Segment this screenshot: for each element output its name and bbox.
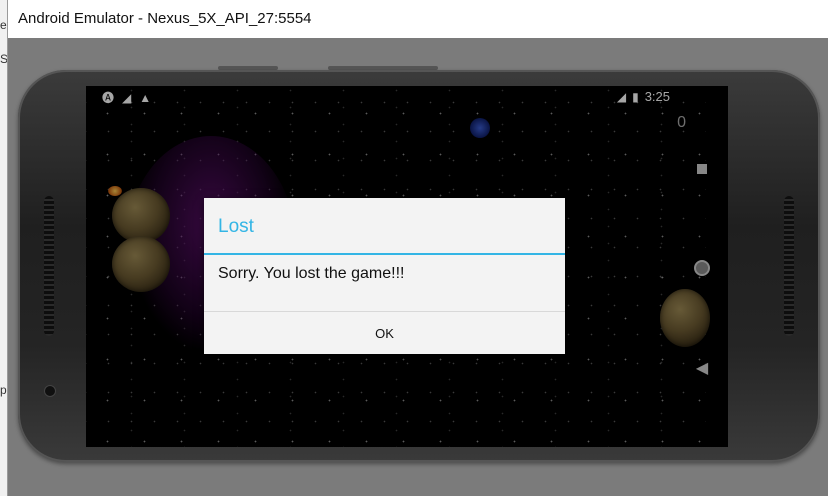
front-camera — [44, 385, 56, 397]
ok-button[interactable]: OK — [204, 312, 565, 354]
window-titlebar[interactable]: Android Emulator - Nexus_5X_API_27:5554 — [8, 0, 828, 38]
dialog-message: Sorry. You lost the game!!! — [218, 265, 405, 282]
background-char: p — [0, 383, 7, 397]
background-char: e — [0, 18, 7, 32]
lost-dialog: Lost Sorry. You lost the game!!! OK — [204, 198, 565, 354]
window-title: Android Emulator - Nexus_5X_API_27:5554 — [18, 10, 312, 27]
dialog-title-divider — [204, 253, 565, 255]
speaker-grille-right — [784, 196, 794, 336]
background-window-strip: e S p — [0, 0, 8, 496]
speaker-grille-left — [44, 196, 54, 336]
dialog-title: Lost — [218, 216, 254, 237]
emulator-window: Android Emulator - Nexus_5X_API_27:5554 … — [7, 0, 828, 496]
